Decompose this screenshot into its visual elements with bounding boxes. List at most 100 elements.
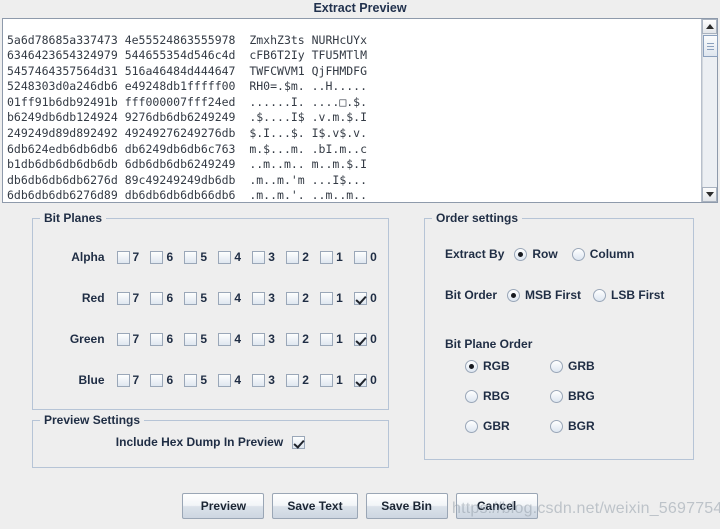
bit-plane-cell-red-0[interactable]: 0 xyxy=(354,291,388,305)
include-hex-dump-label: Include Hex Dump In Preview xyxy=(115,435,284,449)
checkbox-alpha-bit-7[interactable] xyxy=(116,250,130,264)
bit-plane-cell-green-7[interactable]: 7 xyxy=(116,332,151,346)
scrollbar-up-arrow-button[interactable] xyxy=(702,19,717,34)
bit-plane-order-option-gbr[interactable]: GBR xyxy=(465,419,510,433)
bit-plane-cell-red-6[interactable]: 6 xyxy=(150,291,184,305)
bit-plane-cell-green-1[interactable]: 1 xyxy=(320,332,354,346)
scrollbar-thumb[interactable] xyxy=(703,35,718,57)
extract-by-option-row-radio[interactable] xyxy=(514,247,528,261)
checkbox-red-bit-6[interactable] xyxy=(150,291,164,305)
bit-plane-order-option-gbr-radio[interactable] xyxy=(465,419,478,433)
checkbox-alpha-bit-6[interactable] xyxy=(150,250,164,264)
checkbox-red-bit-4[interactable] xyxy=(218,291,232,305)
bit-plane-cell-blue-7[interactable]: 7 xyxy=(116,373,151,387)
checkbox-blue-bit-7[interactable] xyxy=(116,373,130,387)
checkbox-green-bit-2[interactable] xyxy=(286,332,300,346)
checkbox-red-bit-5[interactable] xyxy=(184,291,198,305)
bit-plane-cell-blue-5[interactable]: 5 xyxy=(184,373,218,387)
bit-number-label: 3 xyxy=(268,291,275,305)
checkbox-alpha-bit-3[interactable] xyxy=(252,250,266,264)
checkbox-green-bit-1[interactable] xyxy=(320,332,334,346)
bit-plane-cell-alpha-0[interactable]: 0 xyxy=(354,250,388,264)
bit-plane-cell-alpha-2[interactable]: 2 xyxy=(286,250,320,264)
bit-order-option-msb-first-radio[interactable] xyxy=(507,288,521,302)
bit-order-option-msb-first[interactable]: MSB First xyxy=(507,288,581,302)
bit-plane-cell-green-4[interactable]: 4 xyxy=(218,332,252,346)
bit-plane-order-option-rbg-radio[interactable] xyxy=(465,389,478,403)
checkbox-red-bit-7[interactable] xyxy=(116,291,130,305)
bit-plane-cell-blue-6[interactable]: 6 xyxy=(150,373,184,387)
checkbox-red-bit-2[interactable] xyxy=(286,291,300,305)
checkbox-alpha-bit-5[interactable] xyxy=(184,250,198,264)
scrollbar-down-arrow-button[interactable] xyxy=(702,187,717,202)
bit-plane-cell-alpha-3[interactable]: 3 xyxy=(252,250,286,264)
bit-plane-cell-alpha-4[interactable]: 4 xyxy=(218,250,252,264)
bit-plane-cell-red-1[interactable]: 1 xyxy=(320,291,354,305)
preview-vertical-scrollbar[interactable] xyxy=(701,19,718,202)
bit-plane-cell-red-2[interactable]: 2 xyxy=(286,291,320,305)
bit-plane-cell-red-7[interactable]: 7 xyxy=(116,291,151,305)
preview-button[interactable]: Preview xyxy=(182,493,265,519)
bit-plane-order-option-brg-radio[interactable] xyxy=(550,389,563,403)
extract-by-option-row[interactable]: Row xyxy=(514,247,558,261)
save-bin-button[interactable]: Save Bin xyxy=(365,493,448,519)
bit-plane-cell-green-5[interactable]: 5 xyxy=(184,332,218,346)
checkbox-alpha-bit-1[interactable] xyxy=(320,250,334,264)
bit-plane-order-option-rgb-radio[interactable] xyxy=(465,359,478,373)
extract-by-option-column[interactable]: Column xyxy=(571,247,634,261)
save-text-button[interactable]: Save Text xyxy=(272,493,358,519)
bit-plane-cell-alpha-5[interactable]: 5 xyxy=(184,250,218,264)
checkbox-blue-bit-3[interactable] xyxy=(252,373,266,387)
bit-plane-cell-green-6[interactable]: 6 xyxy=(150,332,184,346)
checkbox-alpha-bit-2[interactable] xyxy=(286,250,300,264)
bit-plane-order-option-bgr[interactable]: BGR xyxy=(550,419,595,433)
bit-plane-cell-blue-4[interactable]: 4 xyxy=(218,373,252,387)
checkbox-alpha-bit-0[interactable] xyxy=(354,250,368,264)
checkbox-blue-bit-5[interactable] xyxy=(184,373,198,387)
checkbox-blue-bit-6[interactable] xyxy=(150,373,164,387)
checkbox-green-bit-5[interactable] xyxy=(184,332,198,346)
bit-plane-cell-red-5[interactable]: 5 xyxy=(184,291,218,305)
bit-plane-cell-alpha-7[interactable]: 7 xyxy=(116,250,151,264)
extract-by-option-column-radio[interactable] xyxy=(571,247,585,261)
bit-plane-cell-red-4[interactable]: 4 xyxy=(218,291,252,305)
checkbox-blue-bit-4[interactable] xyxy=(218,373,232,387)
cancel-button[interactable]: Cancel xyxy=(455,493,538,519)
bit-plane-cell-blue-0[interactable]: 0 xyxy=(354,373,388,387)
bit-plane-cell-red-3[interactable]: 3 xyxy=(252,291,286,305)
bit-order-option-lsb-first[interactable]: LSB First xyxy=(593,288,664,302)
bit-plane-cell-blue-2[interactable]: 2 xyxy=(286,373,320,387)
bit-number-label: 4 xyxy=(234,373,242,387)
bit-plane-cell-blue-1[interactable]: 1 xyxy=(320,373,354,387)
checkbox-green-bit-0[interactable] xyxy=(354,332,368,346)
hex-dump-viewport[interactable]: 5a6d78685a337473 4e55524863555978 ZmxhZ3… xyxy=(3,19,701,202)
checkbox-blue-bit-2[interactable] xyxy=(286,373,300,387)
bit-plane-order-option-rgb[interactable]: RGB xyxy=(465,359,510,373)
bit-plane-cell-green-3[interactable]: 3 xyxy=(252,332,286,346)
bit-plane-cell-alpha-1[interactable]: 1 xyxy=(320,250,354,264)
bit-plane-cell-green-0[interactable]: 0 xyxy=(354,332,388,346)
bit-order-option-lsb-first-radio[interactable] xyxy=(593,288,607,302)
checkbox-blue-bit-1[interactable] xyxy=(320,373,334,387)
bit-number-label: 4 xyxy=(234,332,242,346)
bit-plane-cell-alpha-6[interactable]: 6 xyxy=(150,250,184,264)
include-hex-dump-checkbox[interactable] xyxy=(292,435,306,449)
bit-plane-cell-green-2[interactable]: 2 xyxy=(286,332,320,346)
checkbox-green-bit-7[interactable] xyxy=(116,332,130,346)
scrollbar-track[interactable] xyxy=(702,34,718,187)
bit-plane-order-option-grb-radio[interactable] xyxy=(550,359,563,373)
bit-plane-order-option-brg[interactable]: BRG xyxy=(550,389,595,403)
checkbox-red-bit-1[interactable] xyxy=(320,291,334,305)
checkbox-green-bit-6[interactable] xyxy=(150,332,164,346)
bit-plane-cell-blue-3[interactable]: 3 xyxy=(252,373,286,387)
checkbox-green-bit-3[interactable] xyxy=(252,332,266,346)
bit-plane-order-option-grb[interactable]: GRB xyxy=(550,359,595,373)
checkbox-green-bit-4[interactable] xyxy=(218,332,232,346)
include-hex-dump-row[interactable]: Include Hex Dump In Preview xyxy=(33,435,388,449)
bit-plane-order-option-bgr-radio[interactable] xyxy=(550,419,563,433)
checkbox-red-bit-3[interactable] xyxy=(252,291,266,305)
checkbox-blue-bit-0[interactable] xyxy=(354,373,368,387)
checkbox-alpha-bit-4[interactable] xyxy=(218,250,232,264)
bit-plane-order-option-rbg[interactable]: RBG xyxy=(465,389,510,403)
checkbox-red-bit-0[interactable] xyxy=(354,291,368,305)
